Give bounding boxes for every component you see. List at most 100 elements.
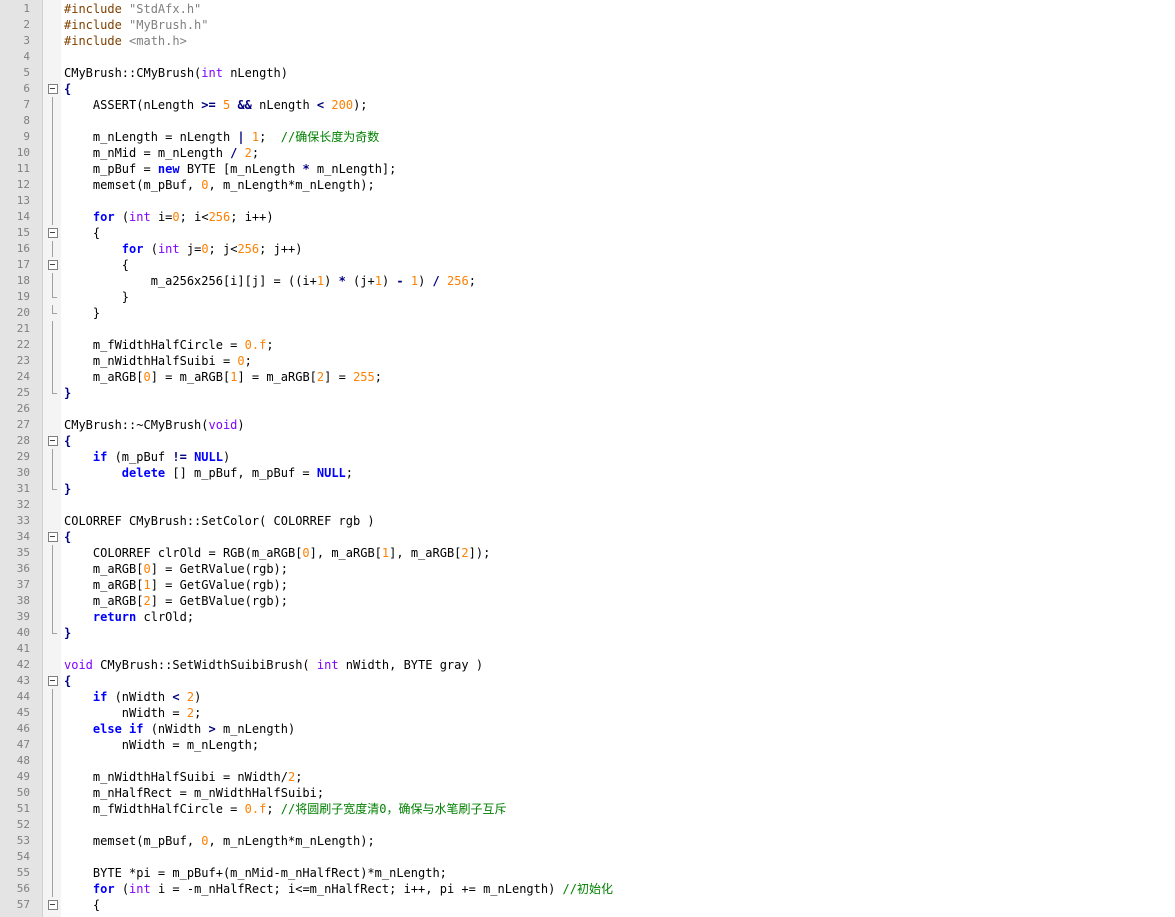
code-line[interactable]: 36 m_aRGB[0] = GetRValue(rgb); [0, 561, 1175, 577]
fold-toggle-icon[interactable] [46, 897, 60, 913]
code-line[interactable]: 37 m_aRGB[1] = GetGValue(rgb); [0, 577, 1175, 593]
code-line[interactable]: 40} [0, 625, 1175, 641]
code-text: m_nWidthHalfSuibi = 0; [64, 353, 252, 369]
code-line[interactable]: 24 m_aRGB[0] = m_aRGB[1] = m_aRGB[2] = 2… [0, 369, 1175, 385]
code-line[interactable]: 56 for (int i = -m_nHalfRect; i<=m_nHalf… [0, 881, 1175, 897]
fold-toggle-icon[interactable] [46, 257, 60, 273]
code-token: ]); [468, 546, 491, 560]
code-editor[interactable]: 1 #include "StdAfx.h" 2 #include "MyBrush.h… [0, 0, 1175, 917]
fold-guide-icon [46, 161, 60, 177]
code-line[interactable]: 35 COLORREF clrOld = RGB(m_aRGB[0], m_aR… [0, 545, 1175, 561]
code-token: return [92, 610, 137, 624]
fold-guide-icon [46, 209, 60, 225]
code-line[interactable]: 43 { [0, 673, 1175, 689]
code-line[interactable]: 49 m_nWidthHalfSuibi = nWidth/2; [0, 769, 1175, 785]
fold-toggle-icon[interactable] [46, 81, 60, 97]
code-line[interactable]: 3 #include <math.h> [0, 33, 1175, 49]
code-line[interactable]: 2 #include "MyBrush.h" [0, 17, 1175, 33]
line-number: 3 [23, 34, 30, 47]
code-line[interactable]: 12 memset(m_pBuf, 0, m_nLength*m_nLength… [0, 177, 1175, 193]
line-number: 18 [16, 274, 30, 287]
code-line[interactable]: 41 [0, 641, 1175, 657]
code-line[interactable]: 57 { [0, 897, 1175, 913]
code-line[interactable]: 14 for (int i=0; i<256; i++) [0, 209, 1175, 225]
code-line[interactable]: 55 BYTE *pi = m_pBuf+(m_nMid-m_nHalfRect… [0, 865, 1175, 881]
code-line[interactable]: 8 [0, 113, 1175, 129]
code-line[interactable]: 4 [0, 49, 1175, 65]
code-line[interactable]: 46 else if (nWidth > m_nLength) [0, 721, 1175, 737]
code-line[interactable]: 53 memset(m_pBuf, 0, m_nLength*m_nLength… [0, 833, 1175, 849]
code-text: m_a256x256[i][j] = ((i+1) * (j+1) - 1) /… [64, 273, 476, 289]
code-text: nWidth = 2; [64, 705, 202, 721]
code-line[interactable]: 54 [0, 849, 1175, 865]
code-line[interactable]: 30 delete [] m_pBuf, m_pBuf = NULL; [0, 465, 1175, 481]
code-line[interactable]: 27 CMyBrush::~CMyBrush(void) [0, 417, 1175, 433]
code-line[interactable]: 6{ [0, 81, 1175, 97]
code-line[interactable]: 1 #include "StdAfx.h" [0, 1, 1175, 17]
code-line[interactable]: 26 [0, 401, 1175, 417]
code-line[interactable]: 16 for (int j=0; j<256; j++) [0, 241, 1175, 257]
code-line[interactable]: 45 nWidth = 2; [0, 705, 1175, 721]
code-line[interactable]: 23 m_nWidthHalfSuibi = 0; [0, 353, 1175, 369]
code-line[interactable]: 48 [0, 753, 1175, 769]
code-line[interactable]: 22 m_fWidthHalfCircle = 0.f; [0, 337, 1175, 353]
fold-toggle-icon[interactable] [46, 225, 60, 241]
code-token: 1 [143, 578, 151, 592]
code-line[interactable]: 25} [0, 385, 1175, 401]
code-line[interactable]: 52 [0, 817, 1175, 833]
code-line[interactable]: 15 { [0, 225, 1175, 241]
code-token: 0 [201, 178, 209, 192]
code-line[interactable]: 29 if (m_pBuf != NULL) [0, 449, 1175, 465]
line-number: 1 [23, 2, 30, 15]
code-line[interactable]: 9 m_nLength = nLength | 1; //确保长度为奇数 [0, 129, 1175, 145]
code-line[interactable]: 42 void CMyBrush::SetWidthSuibiBrush( int… [0, 657, 1175, 673]
code-line[interactable]: 18 m_a256x256[i][j] = ((i+1) * (j+1) - 1… [0, 273, 1175, 289]
line-number: 7 [23, 98, 30, 111]
code-token: 0.f [244, 338, 267, 352]
code-line[interactable]: 20 } [0, 305, 1175, 321]
code-token: ) [381, 274, 397, 288]
code-line[interactable]: 38 m_aRGB[2] = GetBValue(rgb); [0, 593, 1175, 609]
code-token: ; i< [179, 210, 209, 224]
code-line[interactable]: 19 } [0, 289, 1175, 305]
code-text: ASSERT(nLength >= 5 && nLength < 200); [64, 97, 368, 113]
fold-toggle-icon[interactable] [46, 529, 60, 545]
fold-toggle-icon[interactable] [46, 433, 60, 449]
code-lines[interactable]: 1 #include "StdAfx.h" 2 #include "MyBrush.h… [0, 1, 1175, 913]
code-token: ) [418, 274, 433, 288]
code-token: ] = GetBValue(rgb); [150, 594, 288, 608]
code-line[interactable]: 11 m_pBuf = new BYTE [m_nLength * m_nLen… [0, 161, 1175, 177]
code-line[interactable]: 28 { [0, 433, 1175, 449]
code-line[interactable]: 7 ASSERT(nLength >= 5 && nLength < 200); [0, 97, 1175, 113]
code-line[interactable]: 31} [0, 481, 1175, 497]
code-text: memset(m_pBuf, 0, m_nLength*m_nLength); [64, 833, 375, 849]
fold-guide-icon [46, 369, 60, 385]
code-line[interactable]: 33 COLORREF CMyBrush::SetColor( COLORREF … [0, 513, 1175, 529]
code-line[interactable]: 47 nWidth = m_nLength; [0, 737, 1175, 753]
code-text: { [64, 897, 100, 913]
code-line[interactable]: 13 [0, 193, 1175, 209]
fold-guide-icon [46, 849, 60, 865]
code-line[interactable]: 10 m_nMid = m_nLength / 2; [0, 145, 1175, 161]
code-line[interactable]: 51 m_fWidthHalfCircle = 0.f; //将圆刷子宽度清0，… [0, 801, 1175, 817]
code-text: m_nHalfRect = m_nWidthHalfSuibi; [64, 785, 324, 801]
code-token: nLength) [222, 66, 288, 80]
fold-toggle-icon[interactable] [46, 673, 60, 689]
code-text: #include <math.h> [64, 33, 187, 49]
line-number: 14 [16, 210, 30, 223]
code-line[interactable]: 39 return clrOld; [0, 609, 1175, 625]
code-text: m_aRGB[0] = GetRValue(rgb); [64, 561, 288, 577]
code-line[interactable]: 32 [0, 497, 1175, 513]
code-line[interactable]: 5 CMyBrush::CMyBrush(int nLength) [0, 65, 1175, 81]
code-token: } [64, 386, 72, 400]
code-text: { [64, 225, 100, 241]
code-line[interactable]: 34 { [0, 529, 1175, 545]
line-number: 20 [16, 306, 30, 319]
code-line[interactable]: 21 [0, 321, 1175, 337]
code-token: ; [259, 130, 281, 144]
code-line[interactable]: 17 { [0, 257, 1175, 273]
code-line[interactable]: 44 if (nWidth < 2) [0, 689, 1175, 705]
code-line[interactable]: 50 m_nHalfRect = m_nWidthHalfSuibi; [0, 785, 1175, 801]
code-token: "MyBrush.h" [129, 18, 209, 32]
